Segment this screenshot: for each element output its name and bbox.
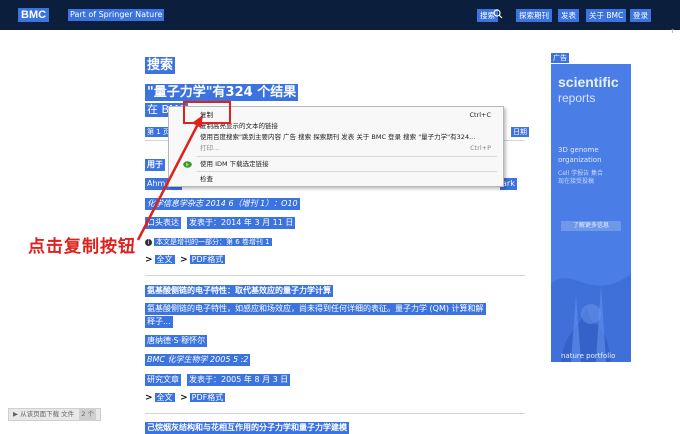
result-1-supplement-text: 本文是增刊的一部分：第 6 卷增刊 1 [154,238,272,246]
bmc-logo[interactable]: BMC [18,8,50,22]
ad-label: 广告 [551,53,569,63]
nav-login[interactable]: 登录 [630,9,651,22]
search-icon[interactable] [493,9,503,19]
menu-item-shortcut: Ctrl+C [469,111,491,119]
result-count-title: "量子力学"有324 个结果 [145,84,299,101]
result-2-abstract-line-1: 氨基酸侧链的电子特性，如感应和场效应，尚未得到任何详细的表征。量子力学 (QM)… [145,303,486,315]
divider [145,413,525,414]
ad-footer-brand: nature portfolio [561,352,616,360]
menu-item-label: 使用百度搜索"跳到主要内容 广告 搜索 探索期刊 发表 关于 BMC 登录 搜索… [200,133,476,141]
menu-item-shortcut: Ctrl+P [470,144,491,152]
springer-nature-tagline[interactable]: Part of Springer Nature [68,9,165,21]
sort-by-date[interactable]: 日期 [511,127,529,137]
advertisement-banner[interactable]: scientific reports 3D genome organizatio… [551,64,631,362]
result-2-links: > 全文 > PDF格式 [145,392,226,404]
result-2-journal: BMC 化学生物学 2005 5 :2 [145,354,251,366]
context-menu-item-baidu-search[interactable]: 使用百度搜索"跳到主要内容 广告 搜索 探索期刊 发表 关于 BMC 登录 搜索… [169,132,503,143]
result-1-journal: 化学信息学杂志 2014 6（增刊 1）：O10 [145,198,300,210]
annotation-instruction: 点击复制按钮 [28,237,136,257]
ad-subtext-2: 现在接受投稿 [558,178,595,185]
menu-separator [197,156,497,157]
result-2-full-text-link[interactable]: 全文 [154,393,175,402]
result-1-pdf-link[interactable]: PDF格式 [189,255,226,264]
result-1-article-type: 口头表达 [145,217,181,229]
divider [145,275,525,276]
nav-publish[interactable]: 发表 [558,9,579,22]
download-bar[interactable]: ▶ 从该页面下载 文件 2 个 [8,408,101,421]
result-3-title[interactable]: 己烷烟灰结构和与花相互作用的分子力学和量子力学建模 [145,422,349,434]
page-title: 搜索 [145,57,176,74]
menu-item-label: 使用 IDM 下载选定链接 [200,160,269,168]
result-1-published-date: 发表于：2014 年 3 月 11 日 [187,217,296,229]
scroll-up-indicator: ↑ [670,28,676,35]
result-2-authors: 唐纳德·S·穆怀尔 [145,335,208,347]
result-1-title[interactable]: 用于 [145,159,165,171]
ad-brand-line-1: scientific [558,74,619,90]
result-1-full-text-link[interactable]: 全文 [154,255,175,264]
ad-headline-2: organization [558,156,602,164]
nav-explore-journals[interactable]: 探索期刊 [516,9,552,22]
chevron-right-icon: > [145,255,153,265]
ad-illustration [551,274,631,362]
ad-learn-more-button[interactable]: 了解更多信息 [561,221,621,231]
result-2-article-type: 研究文章 [145,374,181,386]
download-count-badge: 2 个 [79,409,96,420]
top-navigation-bar: BMC Part of Springer Nature 搜索 探索期刊 发表 关… [0,0,680,30]
nav-about-bmc[interactable]: 关于 BMC [586,9,627,22]
result-2-title[interactable]: 氨基酸侧链的电子特性：取代基效应的量子力学计算 [145,285,333,297]
ad-brand-line-2: reports [558,91,596,105]
info-icon: i [145,239,152,246]
download-count: 2 [81,410,86,418]
download-count-unit: 个 [87,410,94,418]
menu-item-label: 打印... [200,144,220,152]
context-menu-item-idm-download[interactable]: 使用 IDM 下载选定链接 [169,159,503,170]
chevron-right-icon: > [145,393,153,403]
copy-highlight-box [183,101,231,124]
ad-headline-1: 3D genome [558,146,599,154]
result-1-supplement: i 本文是增刊的一部分：第 6 卷增刊 1 [145,237,272,247]
context-menu-item-print[interactable]: 打印... Ctrl+P [169,143,503,154]
result-1-links: > 全文 > PDF格式 [145,254,226,266]
menu-item-label: 检查 [200,175,213,183]
chevron-right-icon: > [180,255,188,265]
result-2-pdf-link[interactable]: PDF格式 [189,393,226,402]
context-menu-item-inspect[interactable]: 检查 [169,174,503,185]
result-2-abstract-line-2: 释子... [145,316,173,328]
download-bar-label: 从该页面下载 文件 [20,410,75,418]
menu-separator [197,171,497,172]
result-2-published-date: 发表于：2005 年 8 月 3 日 [187,374,291,386]
chevron-right-icon: > [180,393,188,403]
idm-download-icon [183,161,192,168]
play-icon: ▶ [13,410,18,418]
